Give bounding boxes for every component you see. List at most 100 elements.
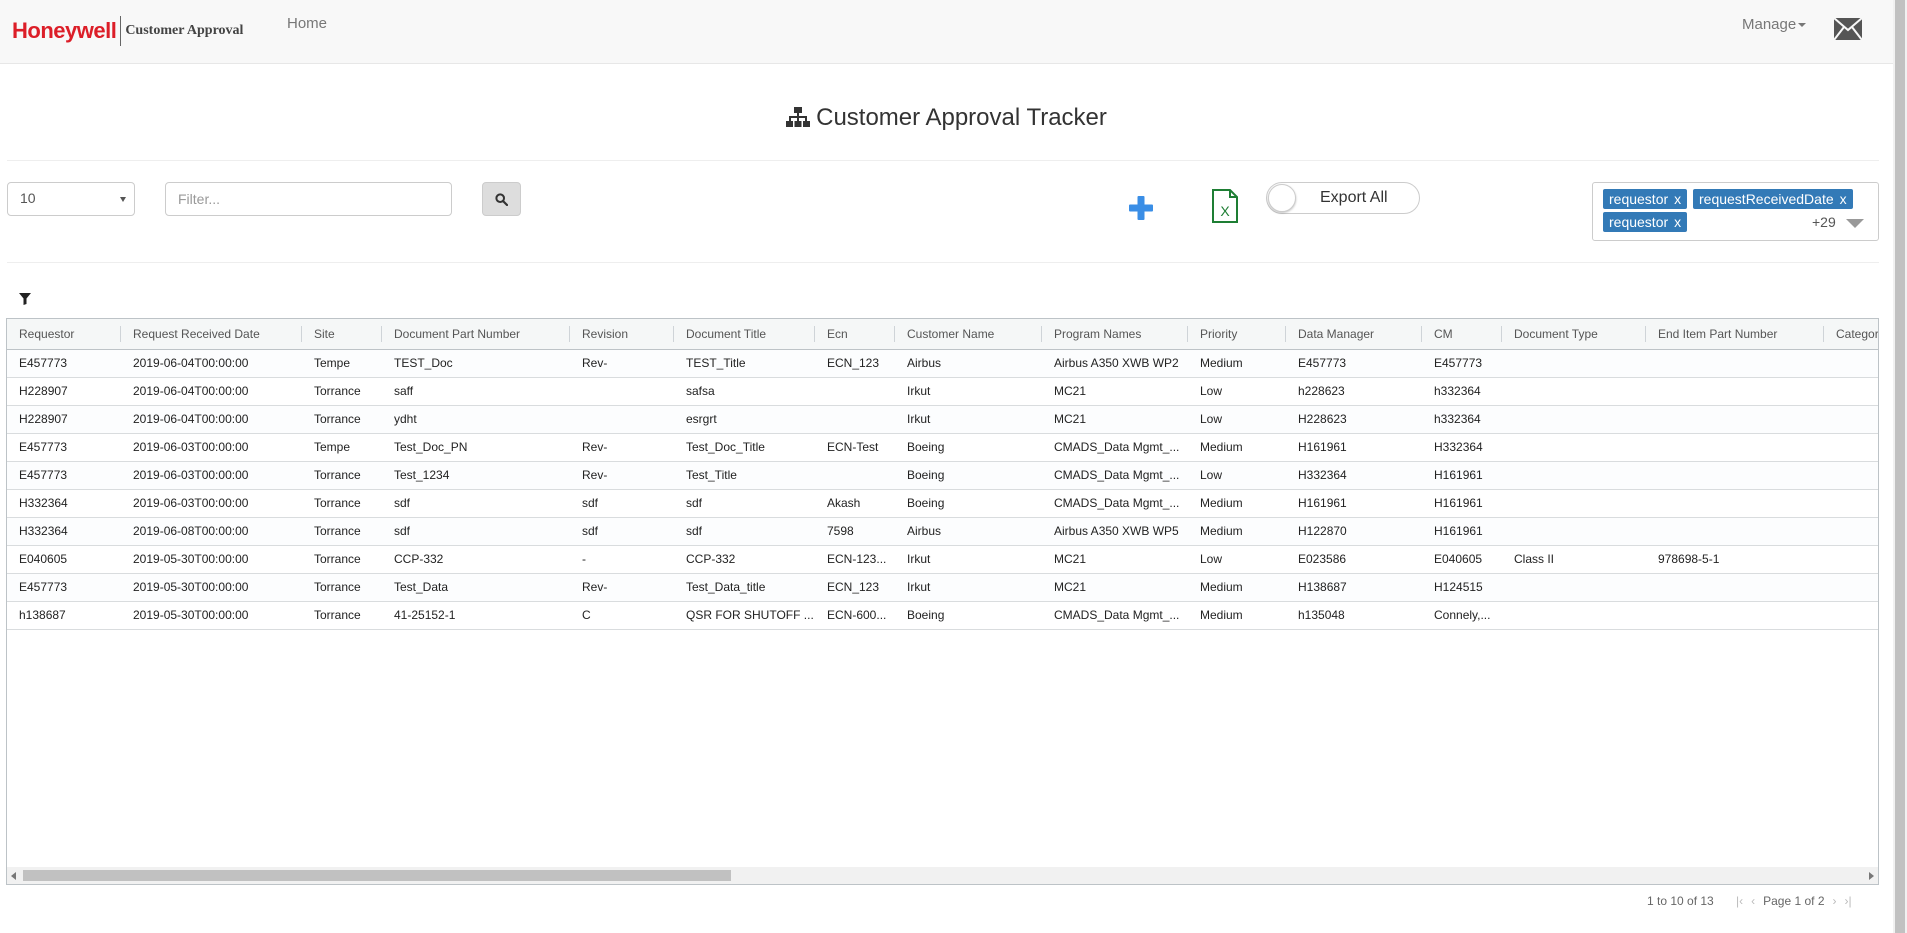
pager-summary: 1 to 10 of 13 bbox=[1647, 894, 1714, 908]
table-cell: Test_1234 bbox=[394, 468, 450, 482]
table-cell bbox=[1824, 602, 1878, 629]
page-label: Page 1 of 2 bbox=[1763, 894, 1825, 908]
column-selector[interactable]: requestor x requestReceivedDate x requesto… bbox=[1592, 182, 1879, 241]
table-row[interactable]: E457773 2019-06-03T00:00:00 Torrance Test_1… bbox=[7, 462, 1878, 490]
table-cell: H161961 bbox=[1298, 440, 1347, 454]
column-header[interactable]: Requestor bbox=[7, 319, 121, 350]
chip-remove-icon[interactable]: x bbox=[1840, 191, 1847, 207]
table-cell: CCP-332 bbox=[686, 552, 736, 566]
chevron-down-icon[interactable] bbox=[1846, 219, 1864, 228]
table-cell: TEST_Doc bbox=[394, 356, 453, 370]
column-header[interactable]: Document Title bbox=[674, 319, 815, 350]
table-row[interactable]: H228907 2019-06-04T00:00:00 Torrance saff sa… bbox=[7, 378, 1878, 406]
table-row[interactable]: H228907 2019-06-04T00:00:00 Torrance ydht es… bbox=[7, 406, 1878, 434]
table-row[interactable]: H332364 2019-06-03T00:00:00 Torrance sdf sdf… bbox=[7, 490, 1878, 518]
table-row[interactable]: E040605 2019-05-30T00:00:00 Torrance CCP-33… bbox=[7, 546, 1878, 574]
column-header[interactable]: Revision bbox=[570, 319, 674, 350]
column-header[interactable]: Priority bbox=[1188, 319, 1286, 350]
table-cell bbox=[1824, 546, 1878, 573]
table-cell: Test_Doc_Title bbox=[686, 440, 765, 454]
horizontal-scrollbar-thumb[interactable] bbox=[23, 870, 731, 881]
last-page-icon[interactable]: ›| bbox=[1845, 894, 1852, 908]
table-cell bbox=[1502, 462, 1646, 489]
table-cell: E457773 bbox=[19, 468, 68, 482]
column-header[interactable]: Customer Name bbox=[895, 319, 1042, 350]
table-cell: QSR FOR SHUTOFF ... bbox=[686, 608, 814, 622]
toggle-knob[interactable] bbox=[1268, 184, 1296, 212]
column-chip[interactable]: requestor x bbox=[1603, 212, 1688, 232]
table-cell: 978698-5-1 bbox=[1658, 552, 1720, 566]
table-row[interactable]: h138687 2019-05-30T00:00:00 Torrance 41-251… bbox=[7, 602, 1878, 630]
add-button-plus-icon[interactable] bbox=[1128, 195, 1154, 221]
column-header[interactable]: Request Received Date bbox=[121, 319, 302, 350]
vertical-scrollbar[interactable] bbox=[1893, 0, 1907, 933]
horizontal-scrollbar[interactable] bbox=[7, 867, 1878, 884]
table-cell bbox=[1646, 434, 1824, 461]
first-page-icon[interactable]: |‹ bbox=[1736, 894, 1743, 908]
page-title: Customer Approval Tracker bbox=[0, 104, 1893, 132]
chip-remove-icon[interactable]: x bbox=[1674, 214, 1681, 230]
column-header[interactable]: Ecn bbox=[815, 319, 895, 350]
table-cell: h332364 bbox=[1434, 384, 1481, 398]
column-header[interactable]: Data Manager bbox=[1286, 319, 1422, 350]
filter-input[interactable] bbox=[165, 182, 452, 216]
mail-icon[interactable] bbox=[1833, 17, 1863, 41]
table-cell: Tempe bbox=[314, 440, 351, 454]
table-cell: Torrance bbox=[314, 608, 361, 622]
previous-page-icon[interactable]: ‹ bbox=[1751, 894, 1755, 908]
brand-subtitle: Customer Approval bbox=[125, 23, 244, 38]
table-cell: H161961 bbox=[1434, 524, 1483, 538]
table-row[interactable]: E457773 2019-06-04T00:00:00 Tempe TEST_Doc R… bbox=[7, 350, 1878, 378]
search-button[interactable] bbox=[482, 182, 521, 216]
table-cell: E457773 bbox=[19, 580, 68, 594]
table-cell: Test_Doc_PN bbox=[394, 440, 468, 454]
column-header[interactable]: Category bbox=[1824, 319, 1878, 350]
column-chip[interactable]: requestReceivedDate x bbox=[1693, 189, 1853, 209]
filter-icon[interactable] bbox=[19, 293, 31, 305]
column-header[interactable]: Site bbox=[302, 319, 382, 350]
table-cell: E457773 bbox=[1298, 356, 1347, 370]
table-row[interactable]: E457773 2019-05-30T00:00:00 Torrance Test_D… bbox=[7, 574, 1878, 602]
table-cell: Airbus bbox=[907, 356, 942, 370]
table-cell: H332364 bbox=[1434, 440, 1483, 454]
column-chip-label: requestor bbox=[1609, 191, 1669, 207]
table-cell bbox=[1646, 350, 1824, 377]
column-header[interactable]: Document Part Number bbox=[382, 319, 570, 350]
table-cell: Rev- bbox=[582, 356, 608, 370]
table-cell: h138687 bbox=[19, 608, 66, 622]
scroll-right-arrow-icon[interactable] bbox=[1869, 872, 1874, 880]
export-all-toggle[interactable]: Export All bbox=[1266, 182, 1420, 214]
table-row[interactable]: E457773 2019-06-03T00:00:00 Tempe Test_Doc_… bbox=[7, 434, 1878, 462]
table-cell bbox=[1502, 406, 1646, 433]
table-cell bbox=[1824, 462, 1878, 489]
table-cell: 7598 bbox=[827, 524, 854, 538]
table-cell bbox=[1502, 378, 1646, 405]
column-chip[interactable]: requestor x bbox=[1603, 189, 1688, 209]
table-cell: Class II bbox=[1514, 552, 1555, 566]
table-cell: Irkut bbox=[907, 580, 931, 594]
column-header[interactable]: Document Type bbox=[1502, 319, 1646, 350]
table-cell: 2019-06-03T00:00:00 bbox=[133, 468, 249, 482]
table-cell: Torrance bbox=[314, 468, 361, 482]
column-header[interactable]: Program Names bbox=[1042, 319, 1188, 350]
brand[interactable]: Honeywell Customer Approval bbox=[12, 14, 243, 48]
column-header[interactable]: End Item Part Number bbox=[1646, 319, 1824, 350]
table-cell bbox=[1646, 602, 1824, 629]
column-header[interactable]: CM bbox=[1422, 319, 1502, 350]
table-cell: Akash bbox=[827, 496, 861, 510]
vertical-scrollbar-thumb[interactable] bbox=[1895, 0, 1905, 933]
table-cell: CMADS_Data Mgmt_... bbox=[1054, 440, 1180, 454]
table-cell: h332364 bbox=[1434, 412, 1481, 426]
table-cell bbox=[1824, 350, 1878, 377]
nav-home-link[interactable]: Home bbox=[287, 15, 327, 32]
table-row[interactable]: H332364 2019-06-08T00:00:00 Torrance sdf sdf… bbox=[7, 518, 1878, 546]
table-cell: ECN_123 bbox=[827, 356, 880, 370]
manage-dropdown[interactable]: Manage bbox=[1742, 16, 1807, 33]
scroll-left-arrow-icon[interactable] bbox=[11, 872, 16, 880]
next-page-icon[interactable]: › bbox=[1833, 894, 1837, 908]
chip-remove-icon[interactable]: x bbox=[1674, 191, 1681, 207]
page-size-select[interactable]: 10 bbox=[7, 182, 135, 216]
table-cell: esrgrt bbox=[686, 412, 717, 426]
table-cell: ECN_123 bbox=[827, 580, 880, 594]
excel-export-icon[interactable]: X bbox=[1211, 189, 1239, 223]
